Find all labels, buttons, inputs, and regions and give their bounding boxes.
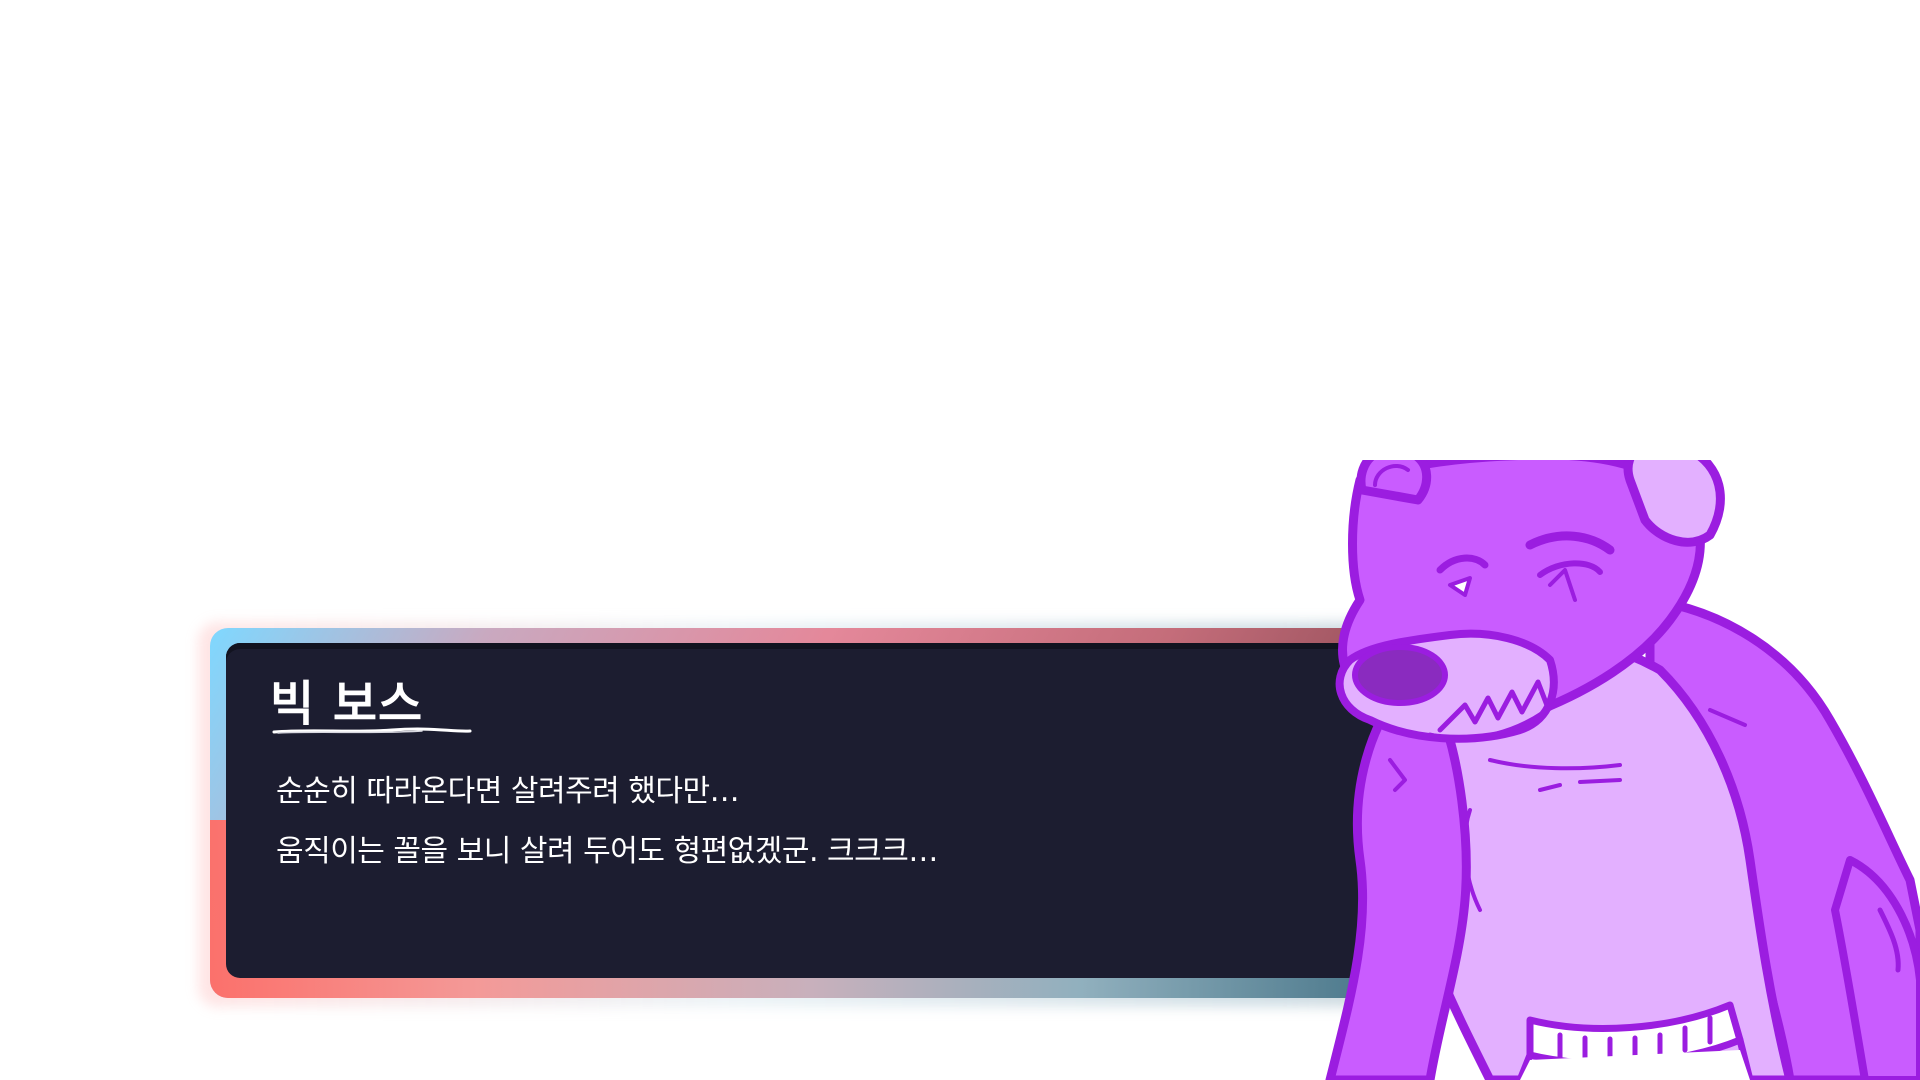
purple-bear-boss-portrait: [1325, 460, 1920, 1080]
speaker-name: 빅 보스: [270, 676, 424, 732]
dialog-text-line: 순순히 따라온다면 살려주려 했다만…: [276, 774, 740, 809]
speaker-name-underline: [272, 727, 472, 734]
dialog-text-line: 움직이는 꼴을 보니 살려 두어도 형편없겠군. 크크크…: [276, 834, 938, 869]
game-scene: 빅 보스 순순히 따라온다면 살려주려 했다만… 움직이는 꼴을 보니 살려 두…: [0, 0, 1920, 1080]
